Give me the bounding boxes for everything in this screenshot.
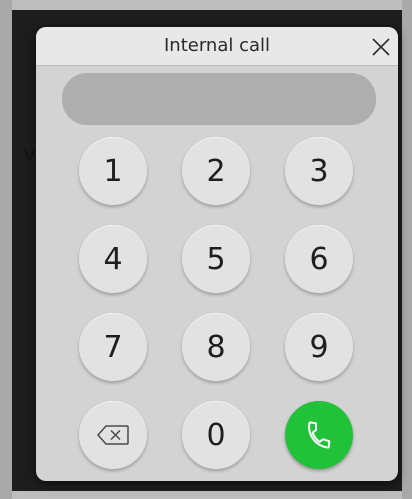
close-button[interactable] xyxy=(366,33,396,61)
call-button[interactable] xyxy=(285,401,353,469)
phone-icon xyxy=(308,421,331,449)
key-1[interactable]: 1 xyxy=(79,137,147,205)
dialog-title: Internal call xyxy=(163,35,271,56)
background-edge xyxy=(0,491,412,499)
close-icon xyxy=(372,38,390,56)
background-edge xyxy=(402,0,412,499)
background-edge xyxy=(0,0,12,499)
backspace-button[interactable] xyxy=(79,401,147,469)
backspace-icon xyxy=(97,425,129,445)
key-6[interactable]: 6 xyxy=(285,225,353,293)
key-5[interactable]: 5 xyxy=(182,225,250,293)
key-4[interactable]: 4 xyxy=(79,225,147,293)
dialog-titlebar: Internal call xyxy=(36,27,398,66)
key-0[interactable]: 0 xyxy=(182,401,250,469)
key-7[interactable]: 7 xyxy=(79,313,147,381)
number-display-field[interactable] xyxy=(62,73,376,125)
key-3[interactable]: 3 xyxy=(285,137,353,205)
internal-call-dialog: Internal call 1 2 3 4 5 6 7 8 9 0 xyxy=(36,27,398,481)
background-edge xyxy=(0,0,412,10)
background-text: V xyxy=(24,146,35,165)
key-8[interactable]: 8 xyxy=(182,313,250,381)
key-9[interactable]: 9 xyxy=(285,313,353,381)
key-2[interactable]: 2 xyxy=(182,137,250,205)
